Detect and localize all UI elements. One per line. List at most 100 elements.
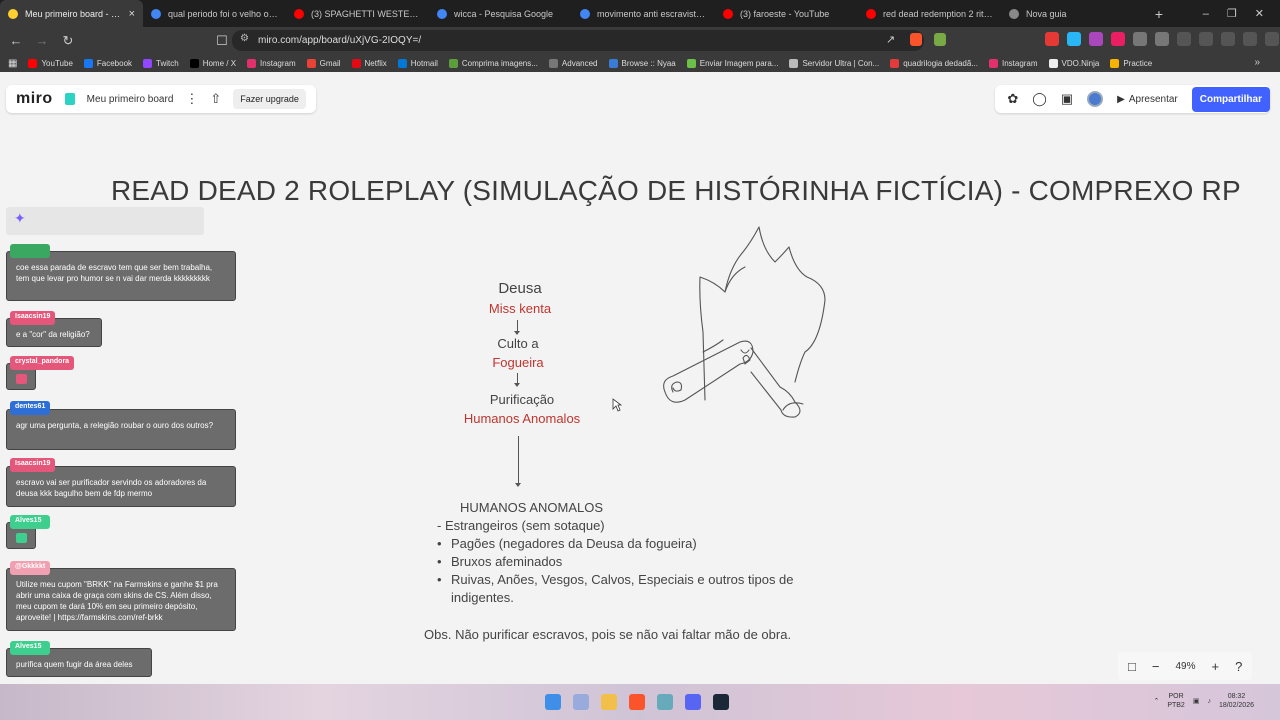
bookmark-item[interactable]: YouTube <box>28 58 73 68</box>
sparkle-icon[interactable]: ✦ <box>14 210 26 227</box>
more-options-icon[interactable]: ⋮ <box>185 91 198 107</box>
reactions-icon[interactable]: ✿ <box>1007 91 1018 107</box>
miro-logo[interactable]: miro <box>16 90 53 108</box>
language-indicator[interactable]: POR PTB2 <box>1167 692 1185 710</box>
export-icon[interactable]: ⇧ <box>210 91 221 107</box>
network-icon[interactable]: ▣ <box>1193 697 1200 705</box>
fit-icon[interactable]: □ <box>1128 659 1136 674</box>
minimize-icon[interactable]: – <box>1203 8 1209 20</box>
emote-icon <box>16 533 27 543</box>
apps-icon[interactable]: ▦ <box>8 58 17 69</box>
bookmark-item[interactable]: quadrilogia dedadã... <box>890 58 978 68</box>
zoom-level[interactable]: 49% <box>1175 661 1195 672</box>
brave-shield-icon[interactable] <box>910 33 922 46</box>
back-icon[interactable]: ← <box>6 33 26 48</box>
comments-icon[interactable]: ◯ <box>1032 91 1047 107</box>
puzzle-icon[interactable] <box>1133 32 1147 46</box>
browser-tab[interactable]: Nova guia <box>1001 0 1144 27</box>
tab-close-icon[interactable]: × <box>129 8 135 20</box>
menu-icon[interactable] <box>1265 32 1279 46</box>
music-icon[interactable] <box>1177 32 1191 46</box>
browser-tab[interactable]: qual periodo foi o velho oeste <box>143 0 286 27</box>
upgrade-button[interactable]: Fazer upgrade <box>233 89 306 109</box>
browser-tab[interactable]: wicca - Pesquisa Google <box>429 0 572 27</box>
close-window-icon[interactable]: ✕ <box>1255 7 1264 20</box>
wallet-icon[interactable] <box>1221 32 1235 46</box>
share-button[interactable]: Compartilhar <box>1191 86 1270 112</box>
tab-label: red dead redemption 2 ritual - <box>883 8 993 19</box>
board-title[interactable]: READ DEAD 2 ROLEPLAY (SIMULAÇÃO DE HISTÓ… <box>111 175 1241 207</box>
reload-icon[interactable]: ↻ <box>58 33 78 49</box>
bookmark-item[interactable]: Enviar Imagem para... <box>686 58 778 68</box>
obs-note[interactable]: Obs. Não purificar escravos, pois se não… <box>424 627 791 642</box>
browser-tab[interactable]: red dead redemption 2 ritual - <box>858 0 1001 27</box>
bookmark-item[interactable]: VDO.Ninja <box>1048 58 1099 68</box>
flow-arrow <box>518 436 519 484</box>
flow-node-purificacao[interactable]: Purificação Humanos Anomalos <box>452 392 592 426</box>
video-call-icon[interactable]: ▣ <box>1061 91 1073 107</box>
share-page-icon[interactable]: ↗ <box>886 33 895 46</box>
bookmark-item[interactable]: Instagram <box>988 58 1038 68</box>
extensions-bar <box>1045 32 1279 46</box>
folder-icon[interactable] <box>601 694 617 710</box>
brave-icon[interactable] <box>629 694 645 710</box>
extension-icon[interactable] <box>1045 32 1059 46</box>
panel-icon[interactable] <box>1199 32 1213 46</box>
bookmarks-overflow-icon[interactable]: » <box>1254 57 1260 68</box>
browser-tab[interactable]: Meu primeiro board - Miro × <box>0 0 143 27</box>
bookmark-favicon-icon <box>988 58 998 68</box>
bookmark-item[interactable]: Hotmail <box>397 58 438 68</box>
app-icon[interactable] <box>657 694 673 710</box>
forward-icon[interactable]: → <box>32 33 52 48</box>
rewards-icon[interactable] <box>934 33 946 46</box>
clock[interactable]: 08:32 18/02/2026 <box>1219 692 1254 710</box>
bookmark-item[interactable]: Instagram <box>247 58 296 68</box>
flow-node-deusa[interactable]: Deusa Miss kenta <box>470 280 570 316</box>
present-button[interactable]: ▶ Apresentar <box>1117 94 1178 105</box>
extension-icon[interactable] <box>1089 32 1103 46</box>
address-bar[interactable]: ⚙ miro.com/app/board/uXjVG-2IOQY=/ <box>232 30 924 51</box>
bookmark-item[interactable]: Netflix <box>351 58 387 68</box>
browser-tab[interactable]: (3) faroeste - YouTube <box>715 0 858 27</box>
bookmark-item[interactable]: Comprima imagens... <box>448 58 538 68</box>
volume-icon[interactable]: ♪ <box>1207 698 1211 705</box>
chat-username: dentes61 <box>10 401 51 415</box>
bookmark-label: Hotmail <box>410 58 438 68</box>
bookmark-item[interactable]: Gmail <box>306 58 341 68</box>
bookmark-item[interactable]: Practice <box>1110 58 1152 68</box>
steam-icon[interactable] <box>713 694 729 710</box>
anomalous-list[interactable]: HUMANOS ANOMALOS - Estrangeiros (sem sot… <box>437 499 809 607</box>
help-icon[interactable]: ? <box>1235 659 1242 674</box>
bookmark-label: YouTube <box>41 58 73 68</box>
new-tab-button[interactable]: + <box>1144 0 1174 27</box>
vpn-icon[interactable] <box>1243 32 1257 46</box>
tab-label: Meu primeiro board - Miro <box>25 8 122 19</box>
browser-tab[interactable]: movimento anti escravista - Pe <box>572 0 715 27</box>
board-name[interactable]: Meu primeiro board <box>87 94 174 105</box>
bookmark-item[interactable]: Facebook <box>83 58 133 68</box>
zoom-in-icon[interactable]: + <box>1211 659 1219 674</box>
discord-icon[interactable] <box>685 694 701 710</box>
zoom-out-icon[interactable]: − <box>1152 659 1160 674</box>
search-icon[interactable] <box>573 694 589 710</box>
bookmark-label: Facebook <box>96 58 133 68</box>
avatar[interactable] <box>1087 91 1104 107</box>
bookmark-item[interactable]: Home / X <box>189 58 236 68</box>
maximize-icon[interactable]: ❐ <box>1227 7 1237 20</box>
lang-bottom: PTB2 <box>1167 702 1185 709</box>
miro-canvas[interactable]: miro Meu primeiro board ⋮ ⇧ Fazer upgrad… <box>0 72 1280 684</box>
campfire-drawing[interactable] <box>655 222 835 422</box>
bookmark-icon[interactable]: ☐ <box>212 33 232 49</box>
bookmark-item[interactable]: Browse :: Nyaa <box>608 58 676 68</box>
bookmark-item[interactable]: Twitch <box>143 58 179 68</box>
browser-tab[interactable]: (3) SPAGHETTI WESTERN BELLA <box>286 0 429 27</box>
site-info-icon[interactable]: ⚙ <box>240 33 249 44</box>
flow-node-culto[interactable]: Culto a Fogueira <box>468 336 568 370</box>
windows-icon[interactable] <box>545 694 561 710</box>
chevron-up-icon[interactable]: ⌃ <box>1153 697 1159 705</box>
sidebar-icon[interactable] <box>1155 32 1169 46</box>
extension-icon[interactable] <box>1111 32 1125 46</box>
bookmark-item[interactable]: Advanced <box>548 58 598 68</box>
bookmark-item[interactable]: Servidor Ultra | Con... <box>789 58 879 68</box>
extension-icon[interactable] <box>1067 32 1081 46</box>
